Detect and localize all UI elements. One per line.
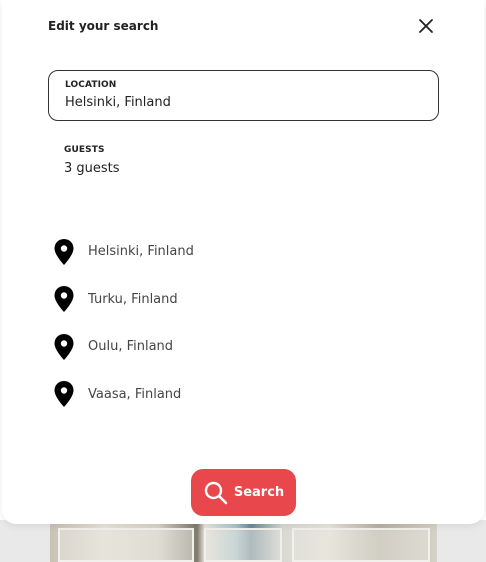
guests-value[interactable]: 3 guests: [64, 161, 120, 176]
suggestion-item[interactable]: Vaasa, Finland: [48, 371, 439, 419]
suggestion-item[interactable]: Helsinki, Finland: [48, 228, 439, 276]
suggestion-item[interactable]: Oulu, Finland: [48, 323, 439, 371]
suggestion-label: Turku, Finland: [88, 291, 178, 307]
guests-label: GUESTS: [64, 145, 105, 155]
map-pin-icon: [52, 237, 76, 267]
search-button[interactable]: Search: [191, 469, 296, 516]
location-field[interactable]: LOCATION Helsinki, Finland: [48, 70, 439, 121]
suggestion-item[interactable]: Turku, Finland: [48, 276, 439, 324]
location-label: LOCATION: [65, 80, 117, 90]
edit-search-modal: Edit your search LOCATION Helsinki, Finl…: [2, 0, 484, 524]
close-icon: [418, 18, 434, 34]
search-icon: [203, 480, 229, 506]
close-button[interactable]: [414, 14, 438, 38]
search-button-label: Search: [233, 485, 285, 500]
map-pin-icon: [52, 332, 76, 362]
background-window: [204, 528, 282, 562]
location-suggestions: Helsinki, Finland Turku, Finland Oulu, F…: [48, 228, 439, 418]
suggestion-label: Vaasa, Finland: [88, 386, 182, 402]
suggestion-label: Oulu, Finland: [88, 339, 174, 355]
location-input[interactable]: Helsinki, Finland: [65, 95, 171, 110]
app-frame: Edit your search LOCATION Helsinki, Finl…: [0, 0, 486, 562]
map-pin-icon: [52, 379, 76, 409]
background-window: [292, 528, 430, 562]
suggestion-label: Helsinki, Finland: [88, 244, 194, 260]
guests-field[interactable]: GUESTS 3 guests: [48, 140, 439, 188]
map-pin-icon: [52, 284, 76, 314]
background-window: [58, 528, 194, 562]
modal-title: Edit your search: [48, 19, 159, 33]
